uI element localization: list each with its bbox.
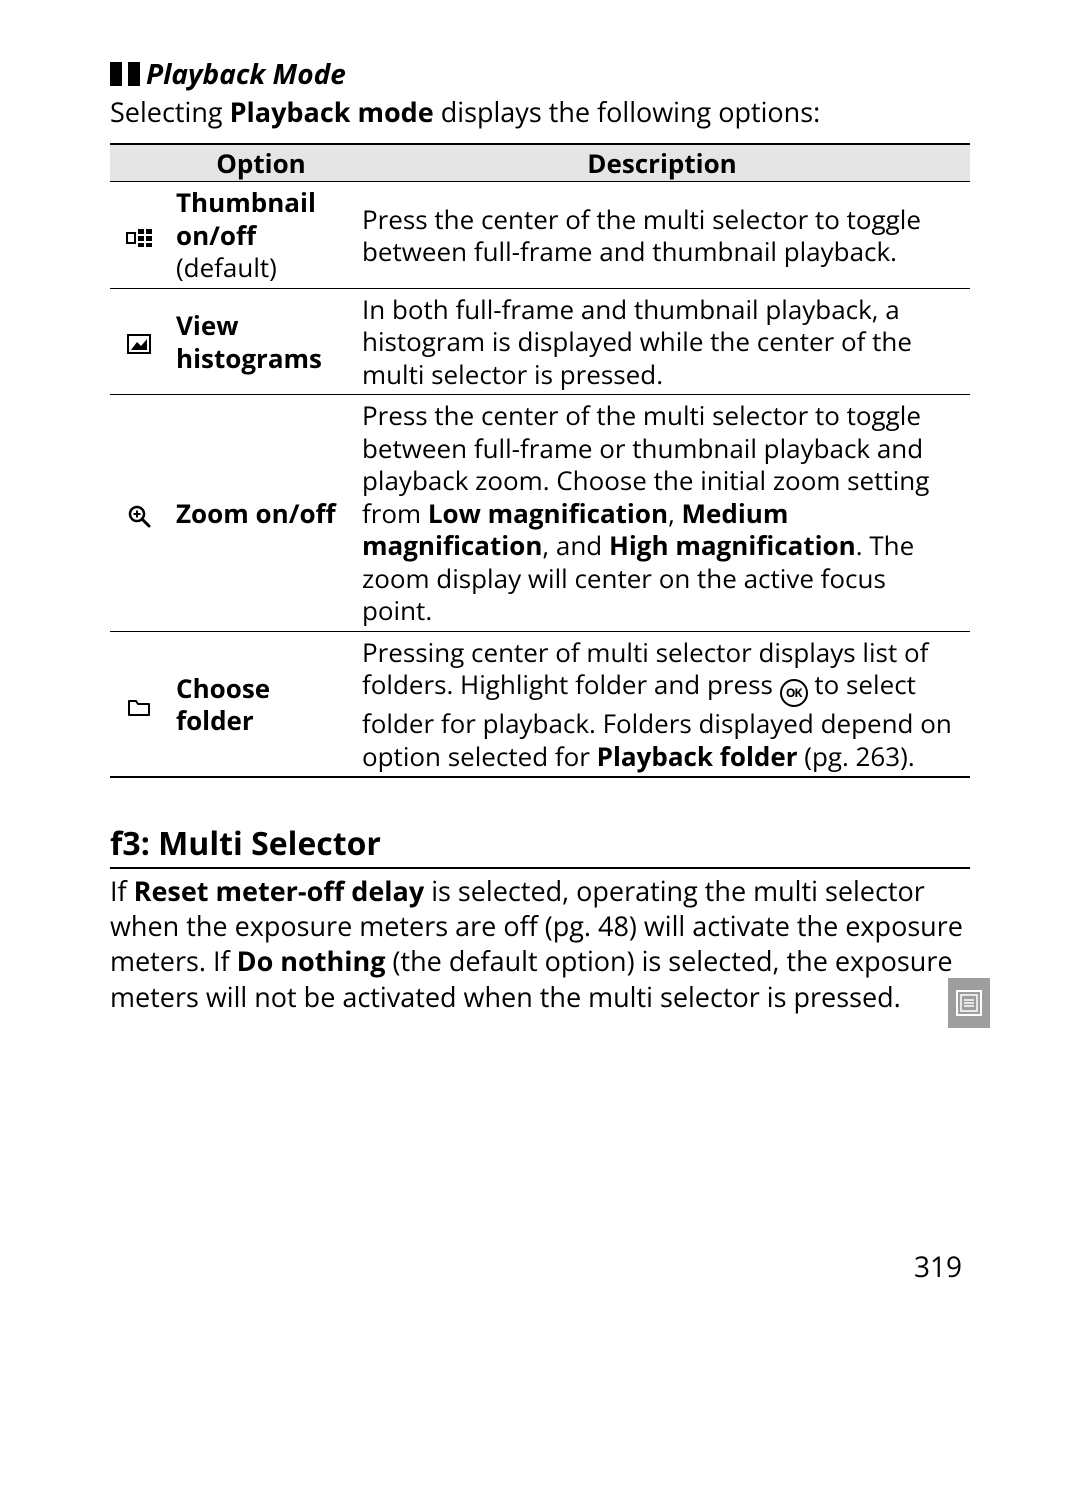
table-row: Choose folder Pressing center of multi se… (110, 631, 970, 777)
manual-page: Playback Mode Selecting Playback mode di… (0, 0, 1080, 1486)
option-label-bold: Zoom on/off (176, 495, 336, 531)
description-cell: Press the center of the multi selector t… (354, 182, 970, 289)
folder-icon (110, 631, 168, 777)
intro-text-pre: Selecting (110, 93, 230, 130)
menu-tab-icon (948, 978, 990, 1028)
table-row: Zoom on/off Press the center of the multi… (110, 395, 970, 632)
para-text: If (110, 872, 134, 909)
section-intro: Selecting Playback mode displays the fol… (110, 95, 970, 129)
option-cell: Thumbnail on/off (default) (168, 182, 354, 289)
option-label-note: (default) (176, 249, 277, 285)
description-cell: In both full-frame and thumbnail playbac… (354, 288, 970, 395)
option-cell: Choose folder (168, 631, 354, 777)
intro-text-bold: Playback mode (230, 93, 434, 130)
page-number: 319 (914, 1248, 962, 1286)
heading-marker (128, 62, 140, 86)
option-label-bold: Choose folder (176, 670, 270, 739)
option-label-bold: View histograms (176, 307, 322, 376)
option-cell: View histograms (168, 288, 354, 395)
table-row: View histograms In both full-frame and th… (110, 288, 970, 395)
ok-button-icon: OK (780, 679, 808, 707)
thumbnail-icon (110, 182, 168, 289)
heading-marker (110, 62, 122, 86)
option-label-bold: Thumbnail on/off (176, 184, 316, 253)
table-header-option: Option (168, 144, 354, 182)
section-heading: Playback Mode (110, 55, 970, 93)
para-bold: Reset meter-off delay (134, 872, 425, 909)
table-header-icon (110, 144, 168, 182)
table-row: Thumbnail on/off (default)Press the cent… (110, 182, 970, 289)
histogram-icon (110, 288, 168, 395)
option-cell: Zoom on/off (168, 395, 354, 632)
custom-setting-paragraph: If Reset meter-off delay is selected, op… (110, 873, 970, 1013)
table-header-row: Option Description (110, 144, 970, 182)
description-cell: Press the center of the multi selector t… (354, 395, 970, 632)
section-title: Playback Mode (146, 55, 346, 93)
custom-setting-heading: f3: Multi Selector (110, 822, 970, 869)
table-header-description: Description (354, 144, 970, 182)
zoom-icon (110, 395, 168, 632)
para-bold: Do nothing (237, 942, 386, 979)
description-cell: Pressing center of multi selector displa… (354, 631, 970, 777)
intro-text-post: displays the following options: (434, 93, 820, 130)
playback-options-table: Option Description Thumbnail on/off (def… (110, 143, 970, 779)
